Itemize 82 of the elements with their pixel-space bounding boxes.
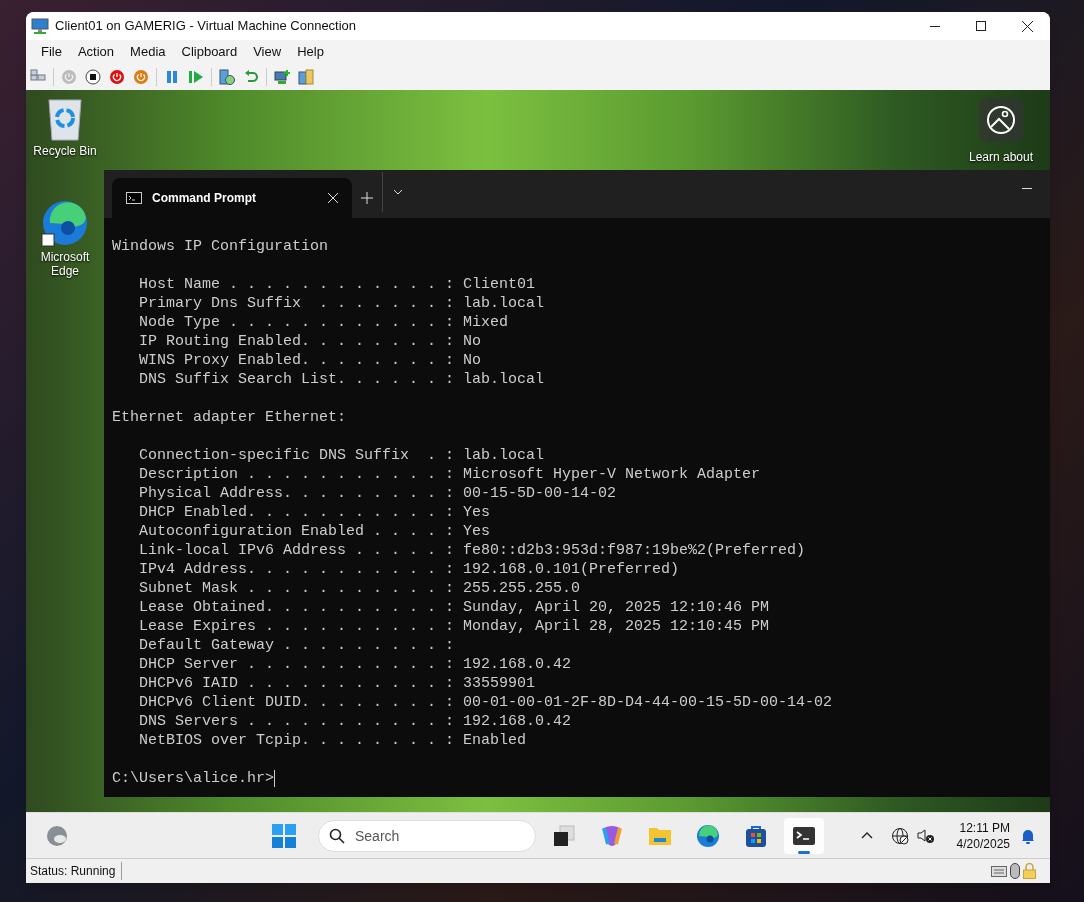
keyboard-icon <box>991 865 1007 877</box>
search-field[interactable]: Search <box>318 820 536 852</box>
maximize-icon <box>976 21 986 31</box>
power-icon <box>109 68 125 85</box>
file-cabinet-icon <box>298 68 314 85</box>
minimize-icon <box>930 25 940 27</box>
output-line: Node Type . . . . . . . . . . . . : Mixed <box>138 313 510 332</box>
bell-icon[interactable] <box>1020 827 1036 844</box>
plus-icon <box>361 192 373 204</box>
output-line: Link-local IPv6 Address . . . . . : fe80::d2b3:953d:f987:19be%2(Preferred) <box>138 541 807 560</box>
task-view-icon <box>552 824 576 848</box>
globe-icon[interactable] <box>890 826 909 845</box>
command-prompt: C:\Users\alice.hr> <box>112 769 275 788</box>
toolbar-button[interactable] <box>83 66 103 87</box>
output-line: DNS Suffix Search List. . . . . . : lab.local <box>138 370 546 389</box>
speaker-muted-icon[interactable] <box>916 827 935 844</box>
output-line: Physical Address. . . . . . . . . : 00-15-5D-00-14-02 <box>138 484 618 503</box>
output-line: Ethernet adapter Ethernet: <box>112 408 348 427</box>
output-line: Autoconfiguration Enabled . . . . : Yes <box>138 522 492 541</box>
close-icon <box>1021 20 1033 32</box>
output-line: Default Gateway . . . . . . . . . : <box>138 636 456 655</box>
menu-item[interactable]: View <box>246 41 289 62</box>
server-clock-icon <box>219 68 235 85</box>
output-line: Lease Expires . . . . . . . . . . : Monday, April 28, 2025 12:10:45 PM <box>138 617 771 636</box>
chevron-down-icon <box>392 189 403 195</box>
stop-icon <box>85 68 101 85</box>
output-line: DHCP Enabled. . . . . . . . . . . : Yes <box>138 503 492 522</box>
menu-item[interactable]: Clipboard <box>174 41 245 62</box>
output-line: Windows IP Configuration <box>112 237 330 256</box>
menu-item[interactable]: Help <box>290 41 331 62</box>
menu-item[interactable]: File <box>34 41 69 62</box>
output-line: NetBIOS over Tcpip. . . . . . . . : Enabled <box>138 731 528 750</box>
mouse-icon <box>1010 863 1020 879</box>
menu-item[interactable]: Media <box>123 41 173 62</box>
weather-icon[interactable] <box>46 825 68 847</box>
monitor-icon <box>31 18 49 34</box>
output-line: DHCPv6 IAID . . . . . . . . . . . : 33559901 <box>138 674 537 693</box>
text-cursor <box>274 770 276 787</box>
edge-icon <box>40 198 90 248</box>
output-line: Description . . . . . . . . . . . : Microsoft Hyper-V Network Adapter <box>138 465 762 484</box>
menu-item[interactable]: Action <box>70 41 122 62</box>
output-line: DNS Servers . . . . . . . . . . . : 192.168.0.42 <box>138 712 573 731</box>
windows-logo-icon[interactable] <box>272 824 296 848</box>
output-line: Primary Dns Suffix . . . . . . . : lab.local <box>138 294 546 313</box>
power-icon <box>133 68 149 85</box>
desktop-icon-label[interactable]: Microsoft Edge <box>28 250 102 278</box>
console-icon <box>126 192 142 204</box>
output-line: DHCP Server . . . . . . . . . . . : 192.168.0.42 <box>138 655 573 674</box>
recycle-bin-icon <box>47 98 83 142</box>
output-line: Subnet Mask . . . . . . . . . . . : 255.255.255.0 <box>138 579 582 598</box>
terminal-tab[interactable]: Command Prompt <box>112 178 352 218</box>
output-line: Lease Obtained. . . . . . . . . . : Sunday, April 20, 2025 12:10:46 PM <box>138 598 771 617</box>
output-line: WINS Proxy Enabled. . . . . . . . : No <box>138 351 483 370</box>
undo-icon <box>243 68 259 85</box>
status-text: Status: Running <box>26 862 123 880</box>
desktop-icon-label[interactable]: Recycle Bin <box>28 144 102 158</box>
copilot-icon <box>600 824 624 848</box>
clock-date: 4/20/2025 <box>956 835 1010 852</box>
power-icon <box>61 68 77 85</box>
close-icon[interactable] <box>328 193 338 203</box>
tab-title: Command Prompt <box>152 190 256 207</box>
edge-icon <box>696 824 720 848</box>
clock-time: 12:11 PM <box>959 819 1010 836</box>
spotlight-button[interactable] <box>979 98 1023 142</box>
taskbar-app-button[interactable] <box>784 818 824 854</box>
output-line: Connection-specific DNS Suffix . : lab.local <box>138 446 546 465</box>
monitor-plus-icon <box>274 68 290 85</box>
lock-icon <box>1023 863 1036 879</box>
landscape-icon <box>986 105 1016 135</box>
output-line: DHCPv6 Client DUID. . . . . . . . : 00-01-00-01-2F-8D-D4-44-00-15-5D-00-14-02 <box>138 693 834 712</box>
output-line: IP Routing Enabled. . . . . . . . : No <box>138 332 483 351</box>
terminal-icon <box>792 824 816 848</box>
shopping-bag-icon <box>744 824 768 848</box>
search-icon <box>329 828 345 844</box>
play-icon <box>188 68 204 85</box>
output-line: Host Name . . . . . . . . . . . . : Client01 <box>138 275 537 294</box>
window-title: Client01 on GAMERIG - Virtual Machine Connection <box>55 17 357 36</box>
output-line: IPv4 Address. . . . . . . . . . . : 192.168.0.101(Preferred) <box>138 560 681 579</box>
spotlight-label: Learn about <box>968 149 1034 166</box>
pause-icon <box>164 68 180 85</box>
chevron-up-icon[interactable] <box>860 832 873 839</box>
minimize-icon <box>1022 187 1032 189</box>
